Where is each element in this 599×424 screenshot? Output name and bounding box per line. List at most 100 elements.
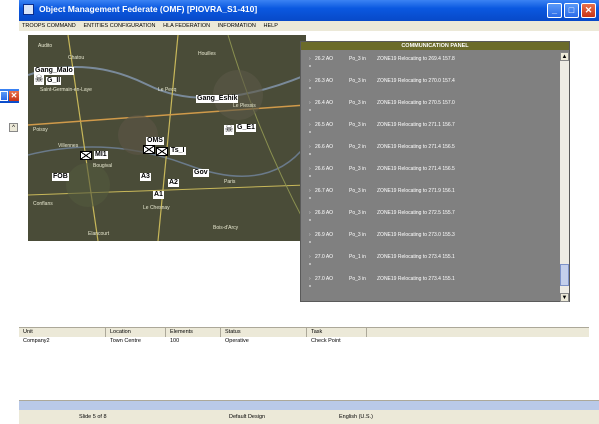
- chevron-right-icon: ›: [309, 56, 311, 62]
- unit-label[interactable]: A1: [153, 191, 164, 199]
- chevron-right-icon: ›: [309, 276, 311, 282]
- message-time: 26.2 AO: [315, 56, 334, 62]
- message-time: 26.5 AO: [315, 122, 334, 128]
- message-time: 26.3 AO: [315, 78, 334, 84]
- status-bar: Slide 5 of 8 Default Design English (U.S…: [19, 400, 599, 424]
- unit-label[interactable]: MI1: [94, 151, 108, 159]
- place-label: Saint-Germain-en-Laye: [40, 87, 92, 93]
- unit-label[interactable]: Ts_I: [170, 147, 186, 155]
- chevron-right-icon: ›: [309, 78, 311, 84]
- message-time: 27.0 AO: [315, 276, 334, 282]
- message-text: ZONE19 Relocating to 270.5 157.0: [377, 100, 455, 106]
- chevron-right-icon: ›: [309, 210, 311, 216]
- bullet-icon: [309, 65, 311, 67]
- message-row[interactable]: › 26.6 AO Po_2 in ZONE19 Relocating to 271.…: [309, 140, 559, 162]
- unit-label[interactable]: Gang_Eshik: [196, 95, 239, 103]
- menu-entities-configuration[interactable]: ENTITIES CONFIGURATION: [80, 21, 158, 31]
- column-header-task[interactable]: Task: [307, 328, 367, 337]
- background-window-scroll-up-button[interactable]: ^: [9, 123, 18, 132]
- tactical-map[interactable]: Audito Chatou Houilles Saint-Germain-en-…: [28, 35, 306, 241]
- message-row[interactable]: › 26.2 AO Po_3 in ZONE19 Relocating to 269.…: [309, 52, 559, 74]
- place-label: Poissy: [33, 127, 48, 133]
- background-window-close-button[interactable]: ✕: [9, 91, 19, 101]
- chevron-right-icon: ›: [309, 122, 311, 128]
- message-row[interactable]: › 26.7 AO Po_3 in ZONE19 Relocating to 271.…: [309, 184, 559, 206]
- menu-information[interactable]: INFORMATION: [215, 21, 259, 31]
- column-header-elements[interactable]: Elements: [166, 328, 221, 337]
- unit-label[interactable]: A3: [140, 173, 151, 181]
- message-row[interactable]: › 27.0 AO Po_1 in ZONE19 Relocating to 273.…: [309, 250, 559, 272]
- chevron-right-icon: ›: [309, 188, 311, 194]
- message-sender: Po_3 in: [349, 188, 366, 194]
- place-label: Elancourt: [88, 231, 110, 237]
- chevron-right-icon: ›: [309, 254, 311, 260]
- scroll-up-button[interactable]: ▲: [560, 52, 569, 61]
- place-label: Chatou: [68, 55, 85, 61]
- message-row[interactable]: › 27.0 AO Po_3 in ZONE19 Relocating to 273.…: [309, 272, 559, 294]
- place-label: Bougival: [93, 163, 113, 169]
- scroll-down-button[interactable]: ▼: [560, 293, 569, 302]
- cell-status: Operative: [225, 338, 249, 344]
- design-indicator: Default Design: [229, 414, 266, 420]
- minimize-button[interactable]: _: [547, 3, 562, 18]
- message-row[interactable]: › 26.3 AO Po_3 in ZONE19 Relocating to 270.…: [309, 74, 559, 96]
- cell-elements: 100: [170, 338, 180, 344]
- message-text: ZONE19 Relocating to 271.1 156.7: [377, 122, 455, 128]
- maximize-button[interactable]: □: [564, 3, 579, 18]
- close-button[interactable]: ✕: [581, 3, 596, 18]
- chevron-right-icon: ›: [309, 100, 311, 106]
- chevron-right-icon: ›: [309, 232, 311, 238]
- language-indicator: English (U.S.): [339, 414, 373, 420]
- unit-symbol-icon[interactable]: [143, 145, 155, 154]
- message-time: 26.4 AO: [315, 100, 334, 106]
- unit-label[interactable]: OMS: [146, 137, 164, 145]
- column-header-status[interactable]: Status: [221, 328, 307, 337]
- scroll-thumb[interactable]: [560, 264, 569, 286]
- unit-symbol-icon[interactable]: [156, 147, 168, 156]
- message-sender: Po_3 in: [349, 276, 366, 282]
- unit-label[interactable]: Gov: [193, 169, 209, 177]
- message-text: ZONE19 Relocating to 273.4 155.1: [377, 276, 455, 282]
- message-row[interactable]: › 26.5 AO Po_3 in ZONE19 Relocating to 271.…: [309, 118, 559, 140]
- menu-troops-command[interactable]: TROOPS COMMAND: [19, 21, 79, 31]
- unit-label[interactable]: A2: [168, 179, 179, 187]
- message-sender: Po_3 in: [349, 210, 366, 216]
- column-header-unit[interactable]: Unit: [19, 328, 106, 337]
- unit-symbol-icon[interactable]: [80, 151, 92, 160]
- place-label: Audito: [38, 43, 53, 49]
- message-scrollbar[interactable]: ▲ ▼: [560, 52, 569, 302]
- cell-unit: Company2: [23, 338, 50, 344]
- column-header-location[interactable]: Location: [106, 328, 166, 337]
- cell-task: Check Point: [311, 338, 341, 344]
- unit-label[interactable]: FOB: [52, 173, 69, 181]
- menu-hla-federation[interactable]: HLA FEDERATION: [160, 21, 213, 31]
- message-text: ZONE19 Relocating to 273.0 155.3: [377, 232, 455, 238]
- unit-label[interactable]: G_II: [46, 77, 62, 85]
- window-title: Object Management Federate (OMF) [PIOVRA…: [39, 4, 258, 14]
- message-row[interactable]: › 26.9 AO Po_3 in ZONE19 Relocating to 273.…: [309, 228, 559, 250]
- message-text: ZONE19 Relocating to 273.4 155.1: [377, 254, 455, 260]
- message-text: ZONE19 Relocating to 271.4 156.5: [377, 166, 455, 172]
- bullet-icon: [309, 153, 311, 155]
- place-label: Le Plessis: [233, 103, 256, 109]
- message-sender: Po_3 in: [349, 122, 366, 128]
- message-list: › 26.2 AO Po_3 in ZONE19 Relocating to 269.…: [301, 52, 559, 302]
- message-text: ZONE19 Relocating to 272.5 155.7: [377, 210, 455, 216]
- message-text: ZONE19 Relocating to 270.0 157.4: [377, 78, 455, 84]
- place-label: Houilles: [198, 51, 216, 57]
- drawing-toolbar[interactable]: [19, 401, 599, 410]
- message-sender: Po_3 in: [349, 166, 366, 172]
- place-label: Villennes: [58, 143, 79, 149]
- unit-table: Unit Location Elements Status Task Compa…: [19, 327, 589, 394]
- bullet-icon: [309, 263, 311, 265]
- communication-panel-title: COMMUNICATION PANEL: [301, 42, 569, 50]
- place-label: Conflans: [33, 201, 53, 207]
- menu-help[interactable]: HELP: [261, 21, 281, 31]
- message-time: 26.8 AO: [315, 210, 334, 216]
- message-row[interactable]: › 26.8 AO Po_3 in ZONE19 Relocating to 272.…: [309, 206, 559, 228]
- message-row[interactable]: › 26.4 AO Po_3 in ZONE19 Relocating to 270.…: [309, 96, 559, 118]
- message-row[interactable]: › 26.6 AO Po_3 in ZONE19 Relocating to 271.…: [309, 162, 559, 184]
- unit-label[interactable]: G_E1: [236, 124, 256, 132]
- message-text: ZONE19 Relocating to 269.4 157.8: [377, 56, 455, 62]
- background-window-minimize-button[interactable]: [0, 91, 8, 101]
